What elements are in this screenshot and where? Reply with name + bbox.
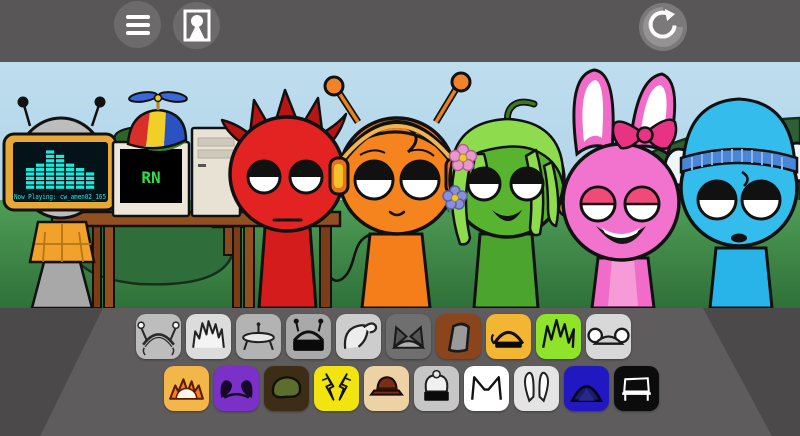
sound-icon-curl-horn[interactable] — [336, 314, 381, 359]
grass-wig-icon — [264, 366, 309, 411]
top-bar — [0, 0, 800, 62]
propeller-beanie — [128, 91, 187, 151]
sound-icon-bench[interactable] — [614, 366, 659, 411]
sound-icon-cat-ears[interactable] — [386, 314, 431, 359]
monkey-ears-icon — [586, 314, 631, 359]
wire-headphones-icon — [136, 314, 181, 359]
now-playing-text: Now Playing: cw_amen02_165 — [14, 192, 106, 201]
spiky-hair-icon — [186, 314, 231, 359]
soundboard-panel — [0, 308, 800, 436]
sound-icon-fez-hat[interactable] — [436, 314, 481, 359]
sound-icon-spark-bolts[interactable] — [314, 366, 359, 411]
devil-horns-icon — [214, 366, 259, 411]
sound-icon-saucer-hat[interactable] — [236, 314, 281, 359]
spark-bolts-icon — [314, 366, 359, 411]
sound-icon-monkey-ears[interactable] — [586, 314, 631, 359]
sound-icon-cat-ears-outline[interactable] — [464, 366, 509, 411]
chef-hat-icon — [414, 366, 459, 411]
monitor-text: RN — [141, 168, 160, 187]
lightning-hair-icon — [536, 314, 581, 359]
cat-ears-icon — [386, 314, 431, 359]
bunny-ears-icon — [514, 366, 559, 411]
sun-crown-icon — [164, 366, 209, 411]
sound-icon-chef-hat[interactable] — [414, 366, 459, 411]
sound-icon-bunny-ears[interactable] — [514, 366, 559, 411]
curl-horn-icon — [336, 314, 381, 359]
character-select-button[interactable] — [173, 2, 220, 49]
blue-hood-icon — [564, 366, 609, 411]
sound-icon-spiky-hair[interactable] — [186, 314, 231, 359]
fez-hat-icon — [436, 314, 481, 359]
restart-button[interactable] — [639, 3, 687, 51]
panel-corner-left — [0, 308, 103, 436]
visor-antennae-icon — [286, 314, 331, 359]
bench-icon — [614, 366, 659, 411]
sound-row-1 — [136, 314, 631, 359]
hamburger-icon — [125, 14, 151, 36]
sound-icon-visor-antennae[interactable] — [286, 314, 331, 359]
sound-icon-devil-horns[interactable] — [214, 366, 259, 411]
sound-icon-sun-crown[interactable] — [164, 366, 209, 411]
sound-icon-sleep-mask[interactable] — [486, 314, 531, 359]
sound-icon-lightning-hair[interactable] — [536, 314, 581, 359]
portrait-icon — [177, 6, 217, 46]
stage: Now Playing: cw_amen02_165 RN — [0, 62, 800, 308]
sound-icon-wire-headphones[interactable] — [136, 314, 181, 359]
sound-row-2 — [164, 366, 659, 411]
sound-icon-grass-wig[interactable] — [264, 366, 309, 411]
fedora-hat-icon — [364, 366, 409, 411]
sound-icon-fedora-hat[interactable] — [364, 366, 409, 411]
sound-icon-blue-hood[interactable] — [564, 366, 609, 411]
panel-corner-right — [703, 308, 800, 436]
cat-ears-outline-icon — [464, 366, 509, 411]
menu-button[interactable] — [114, 1, 161, 48]
saucer-hat-icon — [236, 314, 281, 359]
refresh-icon — [641, 5, 685, 49]
sleep-mask-icon — [486, 314, 531, 359]
